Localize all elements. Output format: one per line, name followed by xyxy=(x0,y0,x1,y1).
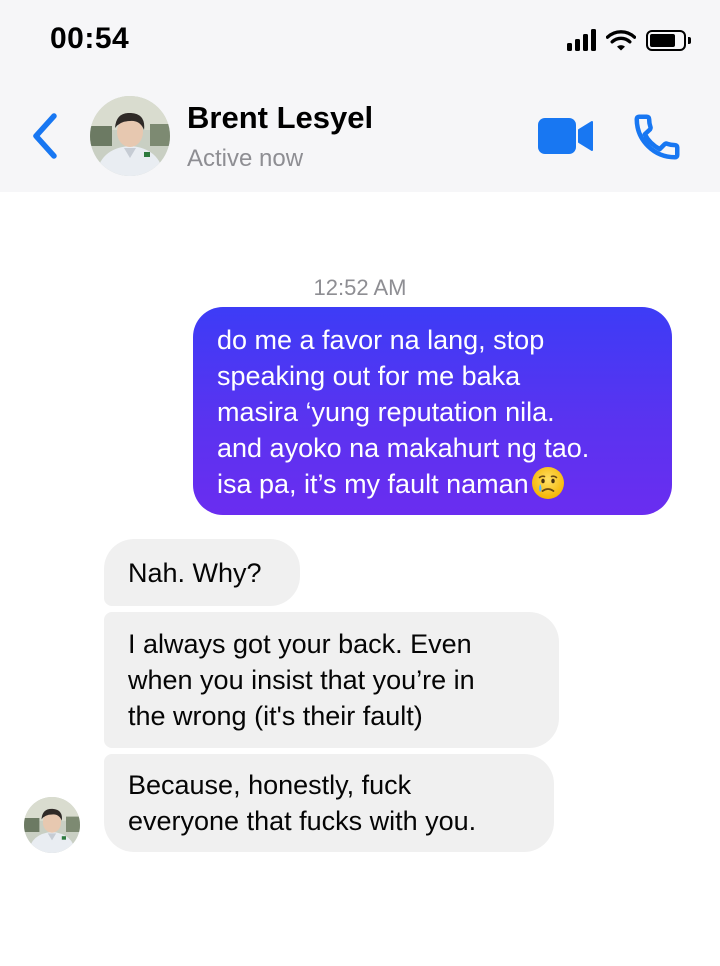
incoming-message-bubble[interactable]: Because, honestly, fuck everyone that fu… xyxy=(104,754,554,852)
video-camera-icon xyxy=(538,118,593,154)
contact-name[interactable]: Brent Lesyel xyxy=(187,100,373,136)
active-status: Active now xyxy=(187,145,304,172)
message-timestamp: 12:52 AM xyxy=(313,275,407,300)
wifi-icon xyxy=(606,30,636,51)
chat-header: 00:54 Brent Lesyel Active now xyxy=(0,0,720,192)
video-call-button[interactable] xyxy=(536,114,596,158)
battery-icon xyxy=(646,29,691,51)
cellular-signal-icon xyxy=(567,29,596,51)
status-icons xyxy=(567,26,691,54)
sender-avatar[interactable] xyxy=(24,797,80,853)
incoming-message-bubble[interactable]: I always got your back. Even when you in… xyxy=(104,612,559,748)
chat-screen: 00:54 Brent Lesyel Active now 12:52 AM d… xyxy=(0,0,720,966)
voice-call-button[interactable] xyxy=(630,110,684,164)
status-time: 00:54 xyxy=(50,22,130,55)
contact-avatar[interactable] xyxy=(90,96,170,176)
back-button[interactable] xyxy=(26,108,66,164)
chevron-left-icon xyxy=(33,113,57,159)
outgoing-message-bubble[interactable]: do me a favor na lang, stop speaking out… xyxy=(193,307,672,515)
incoming-message-bubble[interactable]: Nah. Why? xyxy=(104,539,300,606)
phone-icon xyxy=(634,114,680,160)
crying-face-emoji xyxy=(531,467,564,499)
